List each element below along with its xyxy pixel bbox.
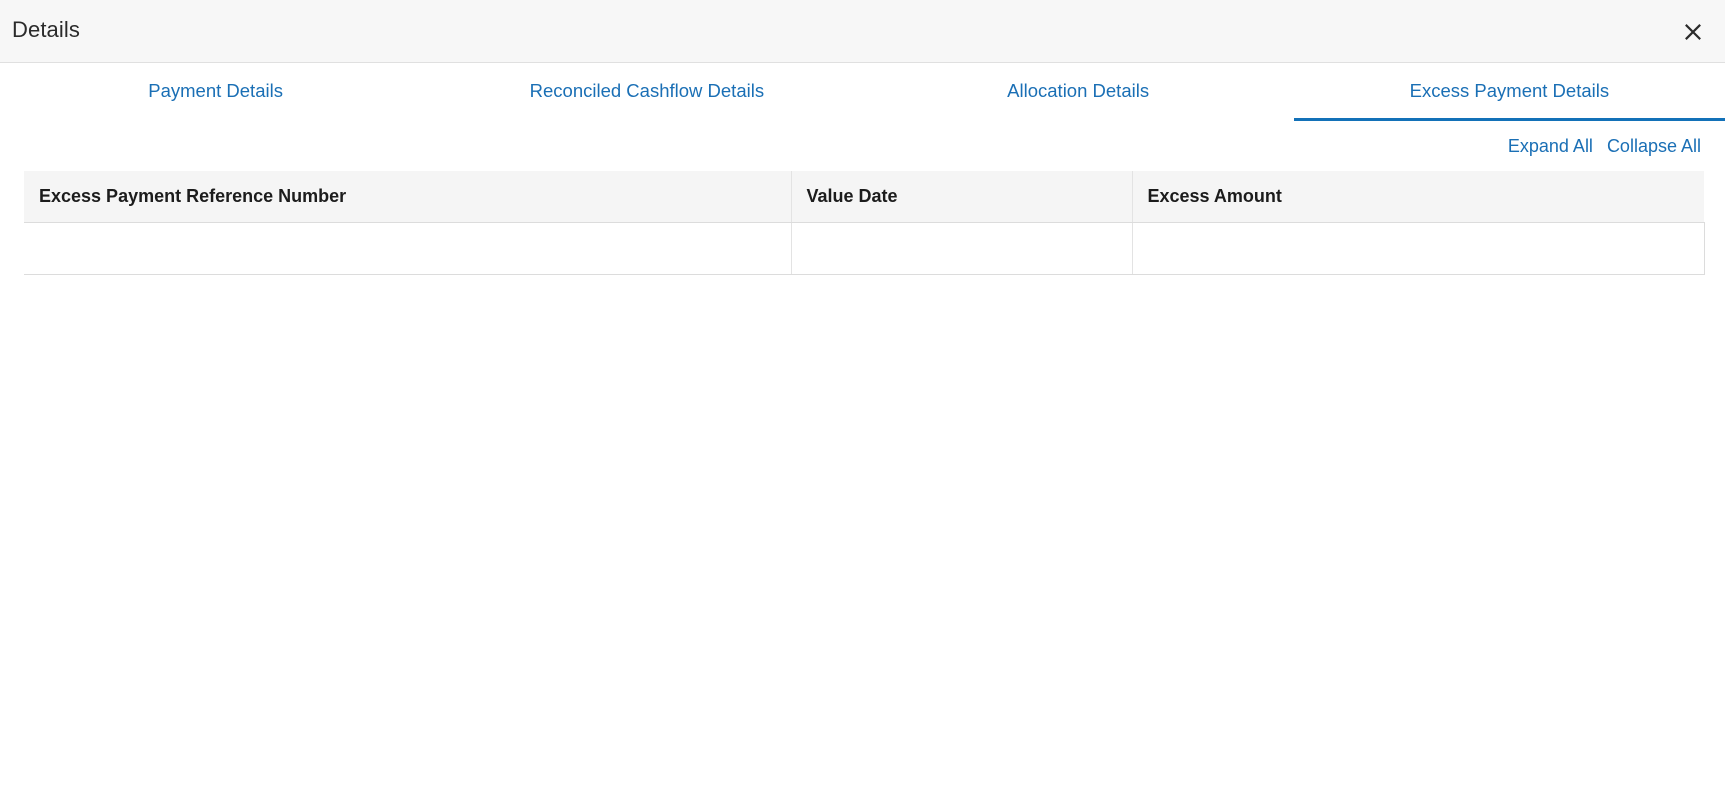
page-title: Details — [12, 17, 80, 42]
table-body — [24, 222, 1705, 275]
dialog-title-bar: Details — [0, 0, 1725, 63]
excess-payment-table-container: Excess Payment Reference Number Value Da… — [24, 171, 1705, 275]
tab-list: Payment Details Reconciled Cashflow Deta… — [0, 63, 1725, 121]
close-button[interactable] — [1674, 13, 1712, 51]
tab-payment-details[interactable]: Payment Details — [0, 63, 431, 121]
column-header-excess-payment-reference-number[interactable]: Excess Payment Reference Number — [24, 171, 792, 223]
cell-excess-amount — [1132, 222, 1705, 275]
close-icon — [1685, 24, 1701, 40]
cell-value-date — [791, 222, 1133, 275]
excess-payment-table: Excess Payment Reference Number Value Da… — [24, 171, 1705, 275]
column-header-excess-amount[interactable]: Excess Amount — [1132, 171, 1704, 223]
expand-all-link[interactable]: Expand All — [1508, 136, 1593, 157]
grid-toolbar: Expand All Collapse All — [0, 121, 1725, 171]
table-header: Excess Payment Reference Number Value Da… — [24, 171, 1704, 223]
tab-strip: Payment Details Reconciled Cashflow Deta… — [0, 63, 1725, 121]
table-header-row: Excess Payment Reference Number Value Da… — [24, 171, 1704, 223]
tab-reconciled-cashflow-details[interactable]: Reconciled Cashflow Details — [431, 63, 862, 121]
tab-allocation-details[interactable]: Allocation Details — [863, 63, 1294, 121]
column-header-value-date[interactable]: Value Date — [791, 171, 1133, 223]
cell-excess-payment-reference-number — [24, 222, 792, 275]
empty-content-area — [0, 275, 1725, 755]
table-row[interactable] — [24, 222, 1705, 275]
collapse-all-link[interactable]: Collapse All — [1607, 136, 1701, 157]
tab-excess-payment-details[interactable]: Excess Payment Details — [1293, 63, 1725, 121]
